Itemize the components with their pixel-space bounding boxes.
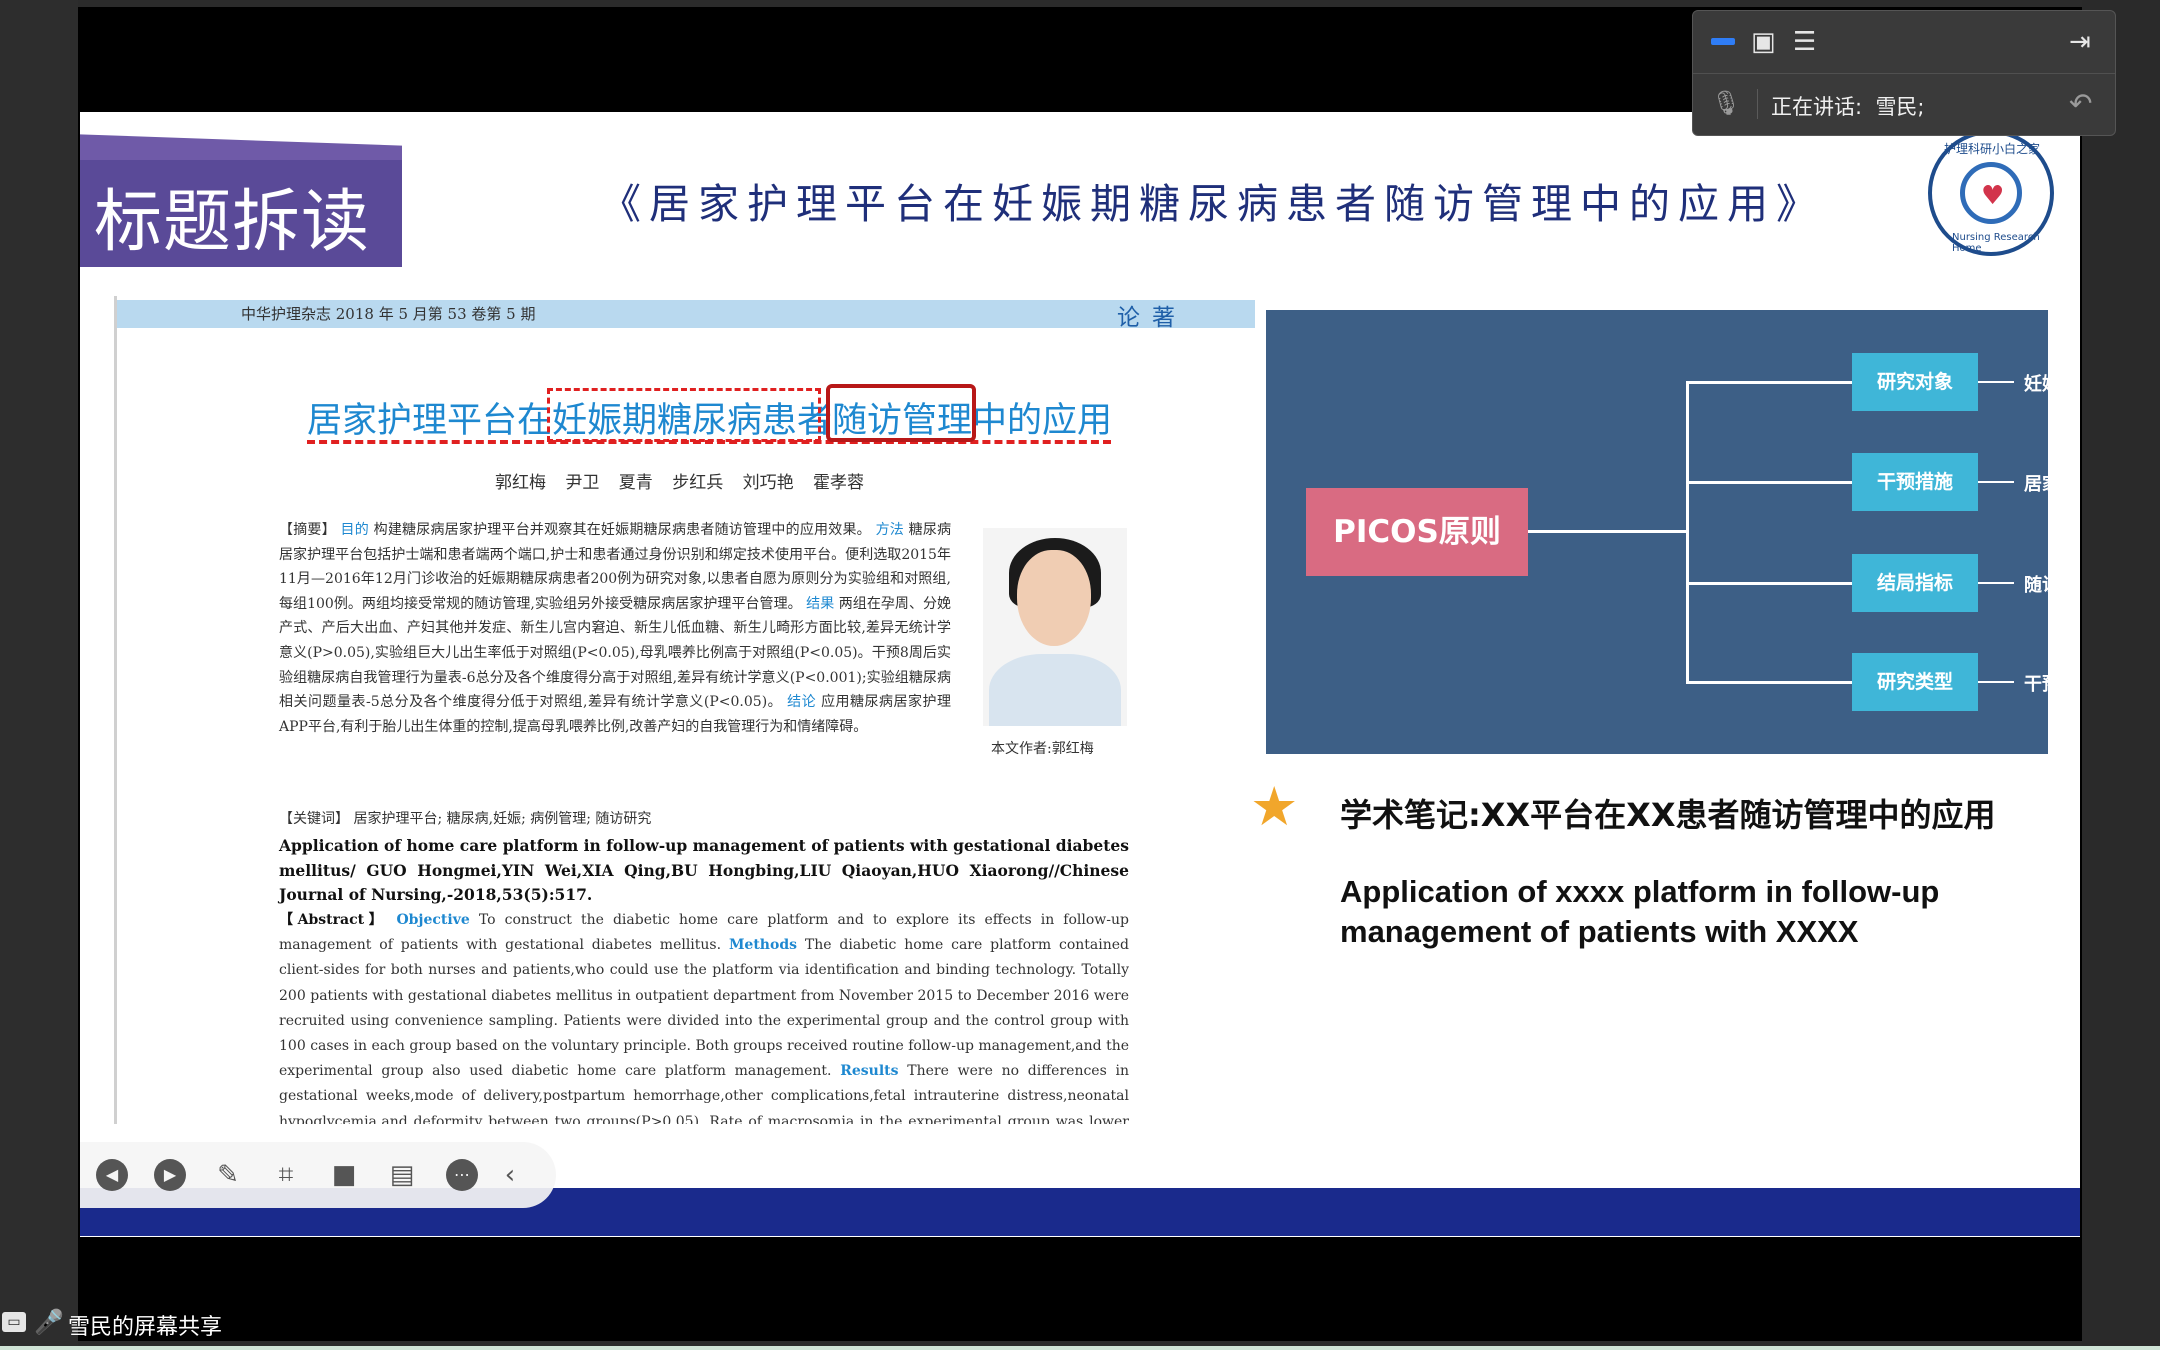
label-dash-4 (1978, 681, 2014, 683)
panel-separator (1757, 89, 1758, 119)
logo-ring: ♥ (1960, 162, 2022, 224)
speaker-name: 雪民; (1875, 95, 1925, 119)
photo-shirt (989, 654, 1121, 726)
return-icon[interactable]: ↶ (2069, 87, 2092, 120)
connector-branch-4 (1686, 681, 1852, 684)
previous-icon[interactable]: ◀ (96, 1159, 128, 1191)
label-dash-1 (1978, 381, 2014, 383)
picos-center-text: PICOS原则 (1333, 514, 1501, 550)
highlight-solid-box (826, 384, 976, 442)
screen-share-icon: ▭ (2, 1312, 26, 1332)
paper-abstract-cn: 【摘要】 目的 构建糖尿病居家护理平台并观察其在妊娠期糖尿病患者随访管理中的应用… (279, 518, 951, 739)
screen-share-label: 雪民的屏幕共享 (68, 1315, 223, 1340)
author-photo (983, 528, 1127, 726)
paper-section-label: 论著 (1117, 305, 1187, 331)
next-icon[interactable]: ▶ (154, 1159, 186, 1191)
connector-branch-2 (1686, 481, 1852, 484)
presenter-toolbar: ◀ ▶ ✎ ⌗ ■ ▤ ⋯ ‹ (80, 1142, 556, 1208)
abstract-objective: 构建糖尿病居家护理平台并观察其在妊娠期糖尿病患者随访管理中的应用效果。 (373, 522, 871, 538)
more-icon[interactable]: ⋯ (446, 1159, 478, 1191)
speaking-indicator: 正在讲话: 雪民; (1771, 91, 1925, 121)
list-layout-icon[interactable]: ☰ (1793, 25, 1816, 59)
speaking-label: 正在讲话: (1771, 95, 1863, 119)
connector-branch-1 (1686, 381, 1852, 384)
meeting-float-panel: ▣ ☰ ⇥ 🎙 正在讲话: 雪民; ↶ (1692, 10, 2116, 136)
window-icon[interactable]: ▣ (1751, 25, 1776, 59)
paper-english-title: Application of home care platform in fol… (279, 836, 1129, 904)
kw-conclusion: 结论 (787, 694, 817, 711)
picos-box-population: 研究对象 (1852, 353, 1978, 411)
en-methods: The diabetic home care platform containe… (279, 937, 1129, 1080)
minimize-icon[interactable] (1711, 38, 1735, 45)
label-dash-2 (1978, 481, 2014, 483)
picos-box-study-type: 研究类型 (1852, 653, 1978, 711)
paper-english-abstract: 【Abstract】 Objective To construct the di… (279, 908, 1129, 1124)
abstract-label: 【摘要】 (279, 522, 336, 538)
paper-authors: 郭红梅 尹卫 夏青 步红兵 刘巧艳 霍孝蓉 (495, 473, 865, 493)
presentation-slide: 标题拆读 《居家护理平台在妊娠期糖尿病患者随访管理中的应用》 护理科研小白之家 … (80, 112, 2080, 1237)
connector-vertical (1686, 381, 1689, 682)
title-tag-text: 标题拆读 (94, 183, 371, 262)
kw-result: 结果 (806, 595, 835, 612)
en-abstract-label: 【Abstract】 (279, 912, 388, 928)
paper-keywords: 【关键词】 居家护理平台; 糖尿病,妊娠; 病例管理; 随访研究 (279, 811, 652, 827)
academic-note-en: Application of xxxx platform in follow-u… (1340, 874, 1940, 949)
paper-journal-info: 中华护理杂志 2018 年 5 月第 53 卷第 5 期 (241, 305, 536, 323)
microphone-icon[interactable]: 🎙 (1711, 89, 1741, 117)
screenshot-icon[interactable]: ⌗ (266, 1155, 306, 1195)
photo-face (1017, 550, 1091, 646)
pen-icon[interactable]: ✎ (208, 1155, 248, 1195)
paper-excerpt: 中华护理杂志 2018 年 5 月第 53 卷第 5 期 论著 居家护理平台在妊… (114, 296, 1255, 1124)
microphone-active-icon: 🎤 (34, 1308, 64, 1336)
en-kw-methods: Methods (728, 937, 797, 954)
kw-method: 方法 (875, 522, 904, 538)
picos-center-box: PICOS原则 (1306, 488, 1528, 576)
heart-icon: ♥ (1981, 181, 2005, 211)
nursing-research-logo: 护理科研小白之家 ♥ Nursing Research Home (1928, 130, 2054, 256)
logo-text-top: 护理科研小白之家 (1944, 142, 2041, 156)
connector-center (1528, 530, 1688, 533)
logo-text-bottom: Nursing Research Home (1952, 232, 2040, 254)
collapse-icon[interactable]: ‹ (490, 1155, 530, 1195)
collapse-panel-icon[interactable]: ⇥ (2069, 25, 2091, 59)
picos-label-intervention: 居家护理平台(I) (2024, 474, 2080, 495)
highlight-dashed-box (547, 388, 821, 442)
picos-diagram: 研究对象 干预措施 结局指标 研究类型 妊娠期糖尿病患者(P) 居家护理平台(I… (1266, 310, 2080, 754)
desktop-background-right (2082, 0, 2160, 1350)
picos-box-intervention: 干预措施 (1852, 453, 1978, 511)
picos-label-outcome: 随访管理(O) (2024, 575, 2080, 596)
connector-branch-3 (1686, 582, 1852, 585)
academic-note-cn: 学术笔记:XX平台在XX患者随访管理中的应用 (1340, 796, 1996, 834)
camera-icon[interactable]: ■ (324, 1155, 364, 1195)
photo-caption: 本文作者:郭红梅 (991, 741, 1094, 757)
kw-objective: 目的 (340, 522, 369, 538)
star-icon: ★ (1250, 775, 1299, 838)
picos-label-study-type: 干预性研究(S) (2024, 674, 2080, 695)
panel-divider (1693, 73, 2115, 74)
en-kw-objective: Objective (396, 912, 470, 928)
slide-title: 《居家护理平台在妊娠期糖尿病患者随访管理中的应用》 (600, 180, 1825, 228)
desktop-background-left (0, 0, 78, 1350)
abstract-result: 两组在孕周、分娩产式、产后大出血、产妇其他并发症、新生儿宫内窘迫、新生儿低血糖、… (279, 595, 952, 711)
bottom-strip (0, 1346, 2160, 1350)
comment-icon[interactable]: ▤ (382, 1155, 422, 1195)
en-kw-results: Results (840, 1063, 899, 1080)
picos-label-population: 妊娠期糖尿病患者(P) (2024, 374, 2080, 395)
label-dash-3 (1978, 582, 2014, 584)
picos-box-outcome: 结局指标 (1852, 554, 1978, 612)
